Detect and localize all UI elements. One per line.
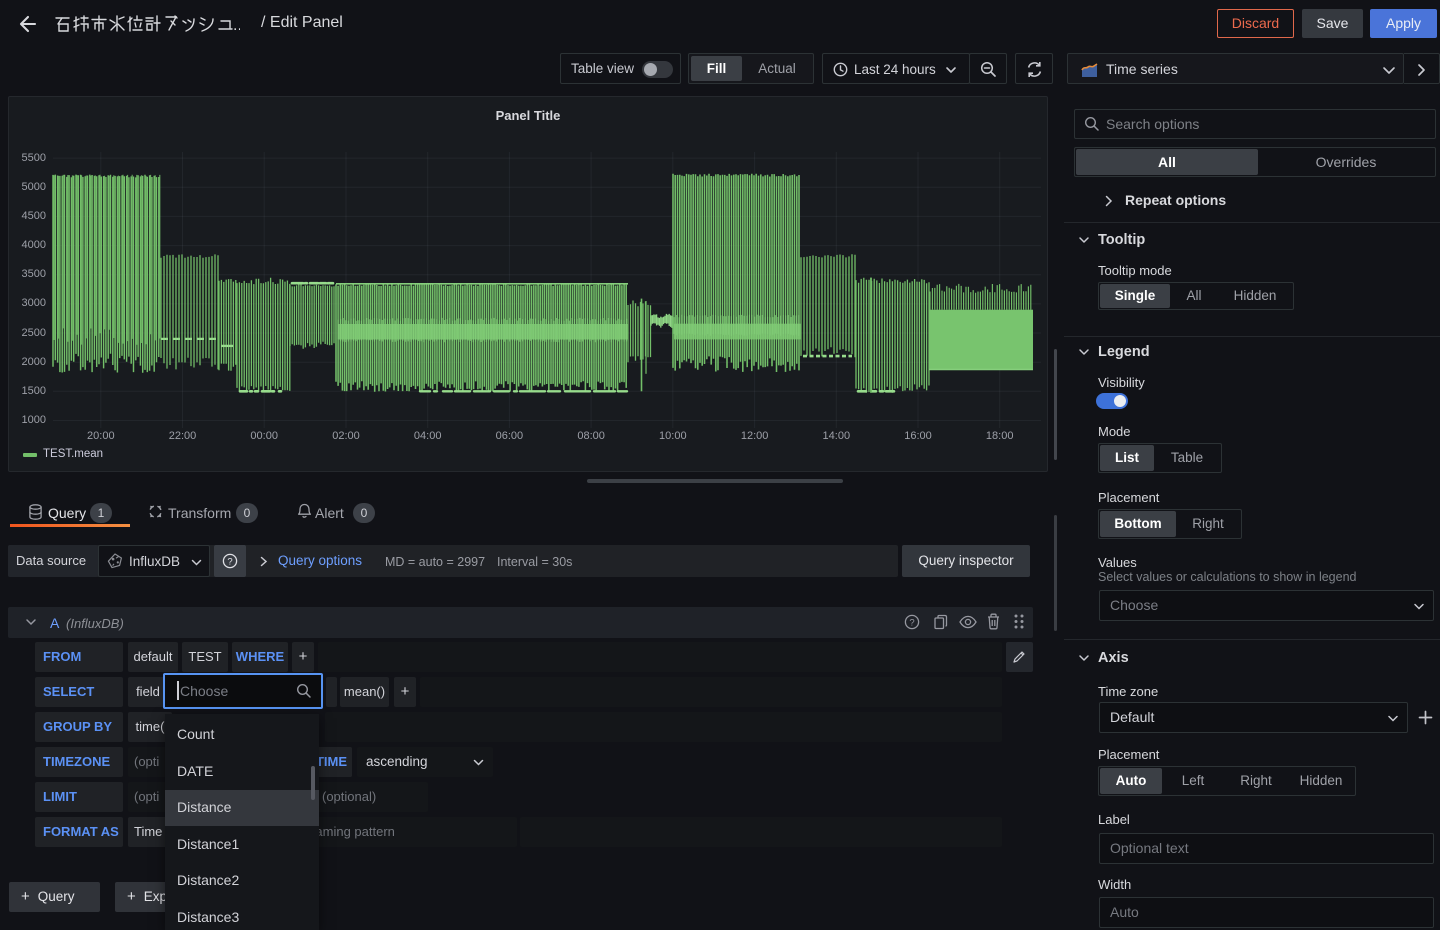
svg-text:?: ? [909, 617, 914, 628]
svg-text:?: ? [227, 556, 232, 567]
svg-text:...: ... [233, 17, 240, 33]
